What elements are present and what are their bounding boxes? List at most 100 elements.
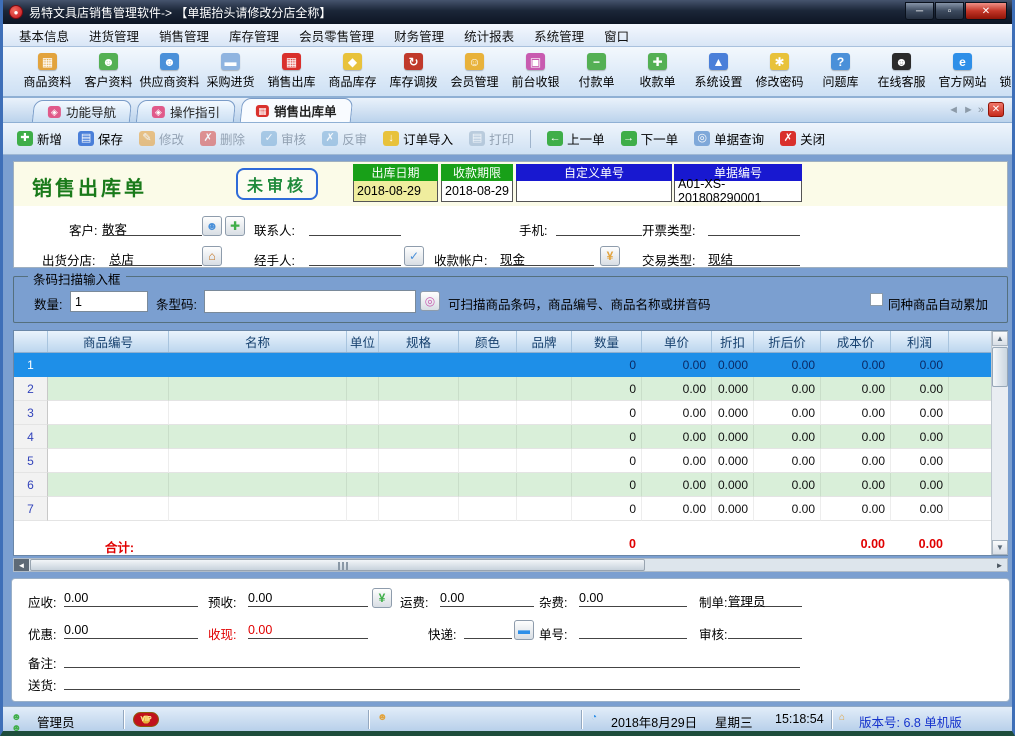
order-import-button[interactable]: ↓订单导入 — [383, 129, 453, 148]
table-row[interactable]: 600.000.0000.000.000.00 — [14, 473, 992, 497]
table-cell[interactable] — [949, 353, 992, 377]
header-col-value[interactable]: 2018-08-29 — [441, 181, 513, 202]
header-col-value[interactable]: 2018-08-29 — [353, 181, 438, 202]
table-cell[interactable] — [949, 449, 992, 473]
qty-input[interactable] — [70, 291, 148, 312]
table-cell[interactable]: 0.00 — [642, 449, 712, 473]
table-cell[interactable] — [459, 473, 517, 497]
col-header-13[interactable] — [949, 331, 992, 352]
table-cell[interactable]: 0.00 — [754, 401, 821, 425]
table-cell[interactable] — [48, 401, 169, 425]
account-value[interactable]: 现金 — [500, 249, 594, 266]
table-cell[interactable]: 0.00 — [642, 401, 712, 425]
tracking-no-value[interactable] — [579, 623, 687, 639]
mobile-value[interactable] — [556, 219, 642, 236]
col-header-4[interactable]: 规格 — [379, 331, 459, 352]
table-cell[interactable] — [48, 497, 169, 521]
menu-item-8[interactable]: 系统管理 — [524, 23, 594, 48]
table-cell[interactable]: 0 — [572, 449, 642, 473]
table-row[interactable]: 400.000.0000.000.000.00 — [14, 425, 992, 449]
table-cell[interactable] — [169, 353, 347, 377]
table-cell[interactable] — [949, 401, 992, 425]
table-row[interactable]: 500.000.0000.000.000.00 — [14, 449, 992, 473]
table-cell[interactable] — [169, 377, 347, 401]
table-cell[interactable]: 0.00 — [891, 401, 949, 425]
menu-item-1[interactable]: 基本信息 — [9, 23, 79, 48]
table-cell[interactable]: 0.00 — [821, 425, 891, 449]
barcode-input[interactable] — [204, 290, 416, 313]
vertical-scroll-thumb[interactable] — [992, 347, 1008, 387]
col-header-1[interactable]: 商品编号 — [48, 331, 169, 352]
row-number-cell[interactable]: 7 — [14, 497, 48, 521]
table-cell[interactable] — [347, 377, 379, 401]
table-cell[interactable] — [347, 401, 379, 425]
menu-item-2[interactable]: 进货管理 — [79, 23, 149, 48]
branch-value[interactable]: 总店 — [109, 249, 202, 266]
scroll-right-icon[interactable]: ► — [992, 559, 1007, 571]
maker-value[interactable]: 管理员 — [728, 591, 802, 607]
table-cell[interactable]: 0.00 — [642, 473, 712, 497]
table-cell[interactable] — [169, 449, 347, 473]
table-cell[interactable]: 0.00 — [891, 425, 949, 449]
menu-item-3[interactable]: 销售管理 — [149, 23, 219, 48]
prev-doc-button[interactable]: ←上一单 — [547, 129, 605, 148]
contact-value[interactable] — [309, 219, 401, 236]
table-cell[interactable] — [379, 377, 459, 401]
table-cell[interactable]: 0.00 — [821, 449, 891, 473]
menu-item-9[interactable]: 窗口 — [594, 23, 639, 48]
table-cell[interactable]: 0.00 — [754, 377, 821, 401]
table-cell[interactable] — [169, 425, 347, 449]
table-cell[interactable]: 0.00 — [891, 377, 949, 401]
tab-close-button[interactable]: ✕ — [988, 102, 1004, 117]
receivable-value[interactable]: 0.00 — [64, 591, 198, 607]
row-number-cell[interactable]: 6 — [14, 473, 48, 497]
toolbar-official-site[interactable]: e官方网站 — [932, 53, 993, 90]
express-button[interactable]: ▬ — [514, 620, 534, 640]
row-number-cell[interactable]: 5 — [14, 449, 48, 473]
col-header-11[interactable]: 成本价 — [821, 331, 891, 352]
table-cell[interactable] — [949, 377, 992, 401]
toolbar-system-settings[interactable]: ▲系统设置 — [688, 53, 749, 90]
table-cell[interactable] — [48, 473, 169, 497]
table-cell[interactable]: 0.000 — [712, 473, 754, 497]
toolbar-change-password[interactable]: ✱修改密码 — [749, 53, 810, 90]
col-header-8[interactable]: 单价 — [642, 331, 712, 352]
col-header-3[interactable]: 单位 — [347, 331, 379, 352]
table-cell[interactable]: 0.00 — [642, 425, 712, 449]
header-col-value[interactable]: A01-XS-201808290001 — [674, 181, 802, 202]
table-cell[interactable]: 0.00 — [754, 473, 821, 497]
table-cell[interactable] — [347, 353, 379, 377]
table-cell[interactable] — [379, 497, 459, 521]
toolbar-purchase-in[interactable]: ▬采购进货 — [200, 53, 261, 90]
table-cell[interactable]: 0.00 — [821, 473, 891, 497]
express-value[interactable] — [464, 623, 512, 639]
auditor-value[interactable] — [728, 623, 802, 639]
col-header-12[interactable]: 利润 — [891, 331, 949, 352]
table-cell[interactable] — [379, 449, 459, 473]
table-cell[interactable]: 0.000 — [712, 377, 754, 401]
table-cell[interactable] — [169, 497, 347, 521]
account-button[interactable]: ¥ — [600, 246, 620, 266]
toolbar-member-mgmt[interactable]: ☺会员管理 — [444, 53, 505, 90]
branch-button[interactable]: ⌂ — [202, 246, 222, 266]
cash-received-value[interactable]: 0.00 — [248, 623, 368, 639]
table-cell[interactable]: 0 — [572, 473, 642, 497]
table-cell[interactable]: 0.00 — [891, 353, 949, 377]
col-header-2[interactable]: 名称 — [169, 331, 347, 352]
table-cell[interactable]: 0.00 — [891, 449, 949, 473]
customer-button[interactable]: ☻ — [202, 216, 222, 236]
table-cell[interactable] — [379, 353, 459, 377]
menu-item-5[interactable]: 会员零售管理 — [289, 23, 384, 48]
auto-accumulate-checkbox[interactable] — [870, 293, 883, 306]
table-cell[interactable]: 0.00 — [821, 353, 891, 377]
table-row[interactable]: 100.000.0000.000.000.00 — [14, 353, 992, 377]
toolbar-lock-system[interactable]: ▣锁定系统 — [993, 53, 1012, 90]
notes-value[interactable] — [64, 652, 800, 668]
maximize-button[interactable]: ▫ — [935, 2, 964, 20]
toolbar-product-data[interactable]: ▦商品资料 — [17, 53, 78, 90]
handler-value[interactable] — [309, 249, 401, 266]
table-cell[interactable] — [379, 473, 459, 497]
tab-1[interactable]: ◈功能导航 — [32, 100, 132, 122]
trade-type-value[interactable]: 现结 — [708, 249, 800, 266]
toolbar-product-stock[interactable]: ◆商品库存 — [322, 53, 383, 90]
